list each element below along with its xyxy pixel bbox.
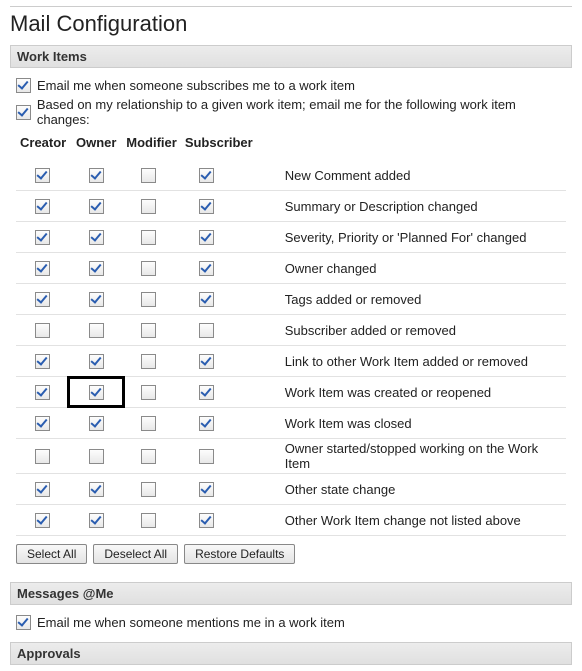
checkbox-creator[interactable] (35, 199, 50, 214)
row-label: Work Item was closed (257, 408, 566, 439)
table-row: Work Item was created or reopened (16, 377, 566, 408)
checkbox-modifier[interactable] (141, 230, 156, 245)
deselect-all-button[interactable]: Deselect All (93, 544, 178, 564)
checkbox-owner[interactable] (89, 230, 104, 245)
checkbox-creator[interactable] (35, 416, 50, 431)
table-row: New Comment added (16, 160, 566, 191)
row-label: New Comment added (257, 160, 566, 191)
row-label: Owner changed (257, 253, 566, 284)
checkbox-subscriber[interactable] (199, 354, 214, 369)
checkbox-modifier[interactable] (141, 416, 156, 431)
col-creator: Creator (16, 131, 70, 160)
checkbox-modifier[interactable] (141, 261, 156, 276)
checkbox-modifier[interactable] (141, 292, 156, 307)
table-row: Work Item was closed (16, 408, 566, 439)
checkbox-owner[interactable] (89, 168, 104, 183)
row-label: Link to other Work Item added or removed (257, 346, 566, 377)
checkbox-modifier[interactable] (141, 513, 156, 528)
checkbox-creator[interactable] (35, 323, 50, 338)
table-row: Owner started/stopped working on the Wor… (16, 439, 566, 474)
checkbox-modifier[interactable] (141, 449, 156, 464)
checkbox-owner[interactable] (89, 416, 104, 431)
checkbox-creator[interactable] (35, 292, 50, 307)
checkbox-owner[interactable] (89, 261, 104, 276)
table-row: Other Work Item change not listed above (16, 505, 566, 536)
checkbox-owner[interactable] (89, 513, 104, 528)
section-work-items-body: Email me when someone subscribes me to a… (10, 68, 572, 582)
section-messages-header: Messages @Me (10, 582, 572, 605)
col-subscriber: Subscriber (181, 131, 257, 160)
label-mention: Email me when someone mentions me in a w… (37, 615, 345, 630)
checkbox-creator[interactable] (35, 449, 50, 464)
checkbox-modifier[interactable] (141, 354, 156, 369)
checkbox-modifier[interactable] (141, 482, 156, 497)
table-row: Owner changed (16, 253, 566, 284)
table-row: Link to other Work Item added or removed (16, 346, 566, 377)
col-modifier: Modifier (122, 131, 181, 160)
checkbox-creator[interactable] (35, 385, 50, 400)
checkbox-owner[interactable] (89, 323, 104, 338)
checkbox-owner[interactable] (89, 449, 104, 464)
checkbox-subscriber[interactable] (199, 323, 214, 338)
checkbox-modifier[interactable] (141, 323, 156, 338)
label-subscribe: Email me when someone subscribes me to a… (37, 78, 355, 93)
checkbox-creator[interactable] (35, 513, 50, 528)
checkbox-subscriber[interactable] (199, 449, 214, 464)
checkbox-subscriber[interactable] (199, 292, 214, 307)
checkbox-owner[interactable] (89, 199, 104, 214)
label-relationship: Based on my relationship to a given work… (37, 97, 566, 127)
table-row: Tags added or removed (16, 284, 566, 315)
section-messages-body: Email me when someone mentions me in a w… (10, 605, 572, 642)
checkbox-owner[interactable] (89, 482, 104, 497)
checkbox-creator[interactable] (35, 354, 50, 369)
row-label: Other state change (257, 474, 566, 505)
col-owner: Owner (70, 131, 122, 160)
work-item-grid: Creator Owner Modifier Subscriber New Co… (16, 131, 566, 536)
checkbox-subscriber[interactable] (199, 416, 214, 431)
checkbox-modifier[interactable] (141, 385, 156, 400)
row-label: Work Item was created or reopened (257, 377, 566, 408)
checkbox-subscriber[interactable] (199, 385, 214, 400)
checkbox-creator[interactable] (35, 261, 50, 276)
row-label: Summary or Description changed (257, 191, 566, 222)
checkbox-subscribe[interactable] (16, 78, 31, 93)
row-label: Tags added or removed (257, 284, 566, 315)
section-work-items-header: Work Items (10, 45, 572, 68)
checkbox-owner[interactable] (89, 292, 104, 307)
row-label: Subscriber added or removed (257, 315, 566, 346)
checkbox-owner[interactable] (89, 354, 104, 369)
checkbox-modifier[interactable] (141, 199, 156, 214)
table-row: Summary or Description changed (16, 191, 566, 222)
row-label: Severity, Priority or 'Planned For' chan… (257, 222, 566, 253)
table-row: Severity, Priority or 'Planned For' chan… (16, 222, 566, 253)
page-title: Mail Configuration (10, 11, 572, 37)
checkbox-subscriber[interactable] (199, 199, 214, 214)
checkbox-modifier[interactable] (141, 168, 156, 183)
checkbox-owner[interactable] (89, 385, 104, 400)
row-label: Owner started/stopped working on the Wor… (257, 439, 566, 474)
checkbox-subscriber[interactable] (199, 230, 214, 245)
table-row: Other state change (16, 474, 566, 505)
checkbox-mention[interactable] (16, 615, 31, 630)
checkbox-subscriber[interactable] (199, 482, 214, 497)
checkbox-creator[interactable] (35, 168, 50, 183)
section-approvals-header: Approvals (10, 642, 572, 665)
restore-defaults-button[interactable]: Restore Defaults (184, 544, 295, 564)
checkbox-creator[interactable] (35, 230, 50, 245)
checkbox-subscriber[interactable] (199, 168, 214, 183)
checkbox-creator[interactable] (35, 482, 50, 497)
row-label: Other Work Item change not listed above (257, 505, 566, 536)
checkbox-relationship[interactable] (16, 105, 31, 120)
table-row: Subscriber added or removed (16, 315, 566, 346)
checkbox-subscriber[interactable] (199, 261, 214, 276)
checkbox-subscriber[interactable] (199, 513, 214, 528)
select-all-button[interactable]: Select All (16, 544, 87, 564)
